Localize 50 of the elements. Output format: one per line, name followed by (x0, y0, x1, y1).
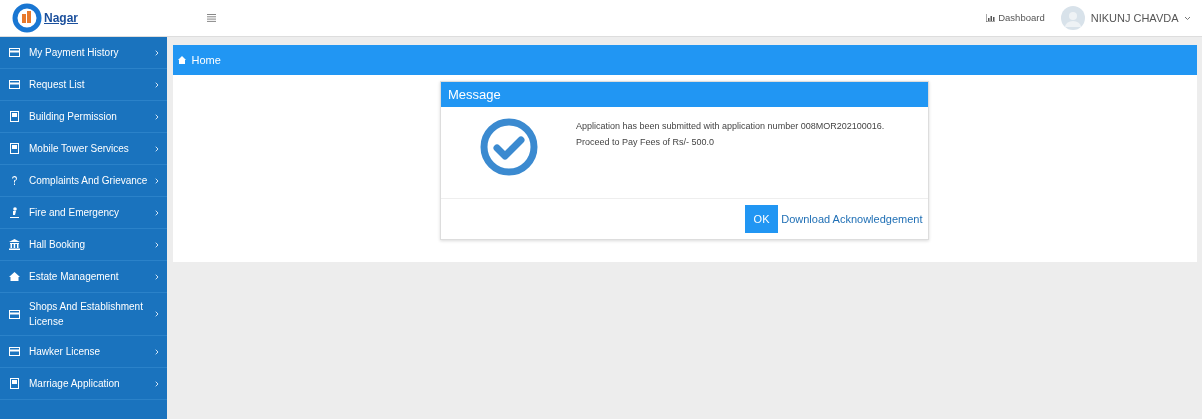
building-icon (9, 378, 20, 389)
sidebar-item[interactable]: My Payment History (0, 37, 167, 69)
avatar (1061, 6, 1086, 30)
bank-icon (9, 239, 20, 250)
credit-card-icon (9, 47, 20, 58)
chevron-right-icon (155, 49, 159, 56)
sidebar-item[interactable]: Mobile Tower Services (0, 133, 167, 165)
chevron-right-icon (155, 348, 159, 355)
logo-text: Nagar (44, 10, 78, 27)
chevron-right-icon (155, 380, 159, 387)
sidebar-item[interactable]: Complaints And Grievance (0, 165, 167, 197)
message-text: Application has been submitted with application number 008MOR202100016. (576, 120, 885, 134)
sidebar-item[interactable]: Hall Booking (0, 229, 167, 261)
user-menu[interactable]: NIKUNJ CHAVDA (1090, 9, 1179, 27)
logo[interactable]: Nagar (0, 3, 167, 33)
building-icon (9, 143, 20, 154)
person-icon (9, 207, 20, 218)
ok-button[interactable]: OK (744, 204, 779, 234)
menu-icon[interactable] (207, 14, 216, 22)
question-icon (9, 175, 20, 186)
download-acknowledgement-link[interactable]: Download Acknowledgement (781, 210, 923, 228)
building-icon (9, 111, 20, 122)
credit-card-icon (9, 308, 20, 320)
check-circle-icon (479, 118, 538, 177)
sidebar-item[interactable]: Fire and Emergency (0, 197, 167, 229)
message-text: Proceed to Pay Fees of Rs/- 500.0 (576, 136, 716, 150)
chevron-right-icon (155, 145, 159, 152)
chevron-right-icon (155, 273, 159, 280)
chevron-right-icon (155, 81, 159, 88)
bar-chart-icon (986, 14, 996, 22)
chevron-right-icon (155, 209, 159, 216)
home-link[interactable]: Home (178, 52, 221, 69)
credit-card-icon (9, 346, 20, 357)
dashboard-link[interactable]: Dashboard (986, 10, 1045, 26)
sidebar-item[interactable]: Request List (0, 69, 167, 101)
home-icon (178, 56, 186, 65)
chevron-right-icon (155, 177, 159, 184)
chevron-right-icon (155, 113, 159, 120)
credit-card-icon (9, 79, 20, 90)
chevron-down-icon[interactable] (1184, 15, 1191, 21)
sidebar-item[interactable]: Shops And Establishment License (0, 293, 167, 336)
chevron-right-icon (155, 241, 159, 248)
dialog-title: Message (441, 81, 928, 108)
chevron-right-icon (155, 311, 159, 317)
sidebar-item[interactable]: Marriage Application (0, 368, 167, 400)
sidebar-item[interactable]: Hawker License (0, 336, 167, 368)
sidebar-item[interactable]: Estate Management (0, 261, 167, 293)
home-icon (9, 271, 20, 282)
logo-icon (12, 3, 42, 33)
sidebar-item[interactable]: Building Permission (0, 101, 167, 133)
